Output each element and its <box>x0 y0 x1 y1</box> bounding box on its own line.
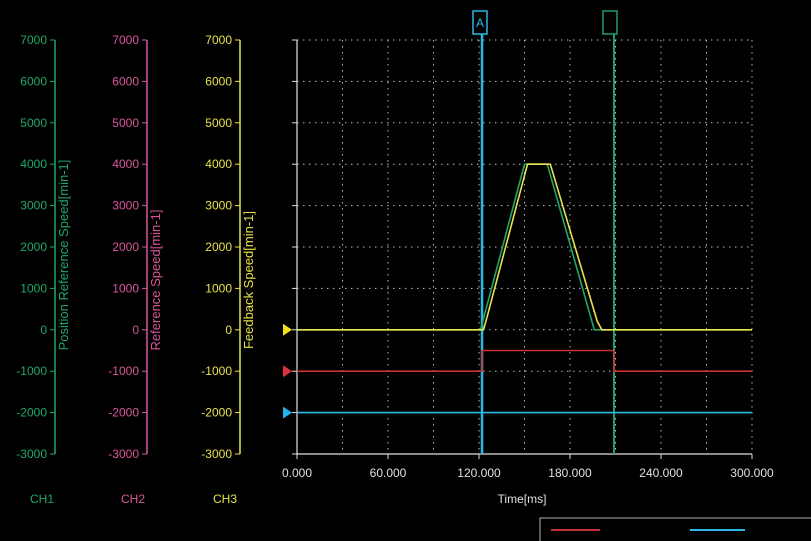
ch2-tick-label: -1000 <box>108 364 139 378</box>
cursor-a-label: A <box>476 16 484 30</box>
ch1-tick-label: 2000 <box>20 240 47 254</box>
ch2-tick-label: 2000 <box>112 240 139 254</box>
x-tick-label: 180.000 <box>548 466 592 480</box>
x-tick-label: 240.000 <box>639 466 683 480</box>
ch1-tick-label: 3000 <box>20 199 47 213</box>
ch3-axis-title: Feedback Speed[min-1] <box>241 211 256 349</box>
ch2-tick-label: -3000 <box>108 447 139 461</box>
ch3-tick-label: 2000 <box>205 240 232 254</box>
ch3-tick-label: -1000 <box>201 364 232 378</box>
ch1-tick-label: 1000 <box>20 281 47 295</box>
ch1-tick-label: 6000 <box>20 74 47 88</box>
ch2-axis-title: Reference Speed[min-1] <box>148 210 163 351</box>
x-tick-label: 120.000 <box>457 466 501 480</box>
x-tick-label: 300.000 <box>730 466 774 480</box>
legend-panel <box>539 517 811 541</box>
ch1-tick-label: -2000 <box>16 406 47 420</box>
ch1-name: CH1 <box>30 492 54 506</box>
ch1-tick-label: 0 <box>40 323 47 337</box>
ch3-tick-label: 0 <box>225 323 232 337</box>
oscilloscope-chart: Position Reference Speed[min-1] Referenc… <box>0 0 811 541</box>
ch2-tick-label: 4000 <box>112 157 139 171</box>
ch1-tick-label: 7000 <box>20 33 47 47</box>
ch2-tick-label: 3000 <box>112 199 139 213</box>
ch1-axis-title: Position Reference Speed[min-1] <box>56 160 71 351</box>
cursor-b-flag[interactable] <box>602 10 618 35</box>
x-tick-label: 0.000 <box>282 466 312 480</box>
ch1-tick-label: 4000 <box>20 157 47 171</box>
ch3-tick-label: -3000 <box>201 447 232 461</box>
ch3-tick-label: 5000 <box>205 116 232 130</box>
ch3-tick-label: 3000 <box>205 199 232 213</box>
ch3-tick-label: 4000 <box>205 157 232 171</box>
ch2-tick-label: 5000 <box>112 116 139 130</box>
cursor-b-box[interactable] <box>602 10 618 35</box>
ch1-tick-label: -1000 <box>16 364 47 378</box>
ch3-tick-label: 7000 <box>205 33 232 47</box>
ch2-tick-label: 6000 <box>112 74 139 88</box>
ch2-tick-label: 0 <box>132 323 139 337</box>
ch1-tick-label: -3000 <box>16 447 47 461</box>
ch2-tick-label: 1000 <box>112 281 139 295</box>
ch3-name: CH3 <box>213 492 237 506</box>
ch3-tick-label: 6000 <box>205 74 232 88</box>
cursor-a-flag[interactable]: A <box>472 10 488 35</box>
ch3-tick-label: 1000 <box>205 281 232 295</box>
x-tick-label: 60.000 <box>370 466 407 480</box>
ch2-tick-label: 7000 <box>112 33 139 47</box>
ch2-name: CH2 <box>121 492 145 506</box>
ch3-tick-label: -2000 <box>201 406 232 420</box>
ch2-tick-label: -2000 <box>108 406 139 420</box>
x-axis-title: Time[ms] <box>498 492 547 506</box>
ch1-tick-label: 5000 <box>20 116 47 130</box>
